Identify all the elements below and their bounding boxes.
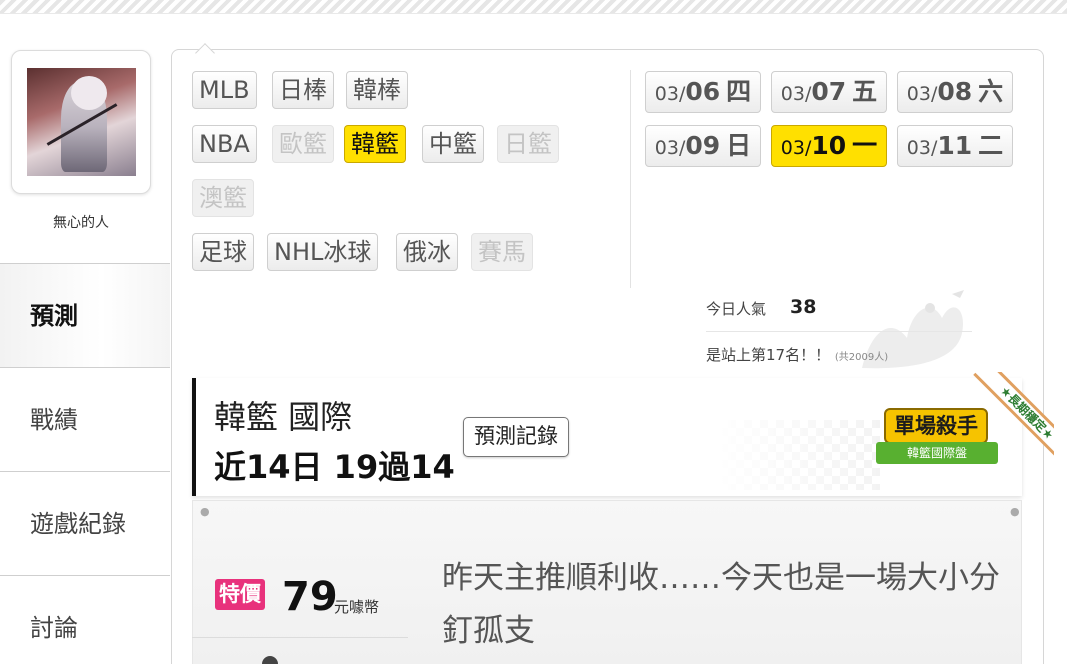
avatar[interactable] — [27, 68, 136, 176]
league-tag-soccer[interactable]: 足球 — [192, 233, 254, 271]
record-summary: 近14日 19過14 — [214, 448, 455, 486]
nav-item-predict[interactable]: 預測 — [0, 263, 170, 367]
pin-icon: ● — [1010, 505, 1020, 518]
date-month: 03/ — [906, 83, 938, 105]
rank-text: 是站上第17名！！ — [706, 346, 831, 364]
date-button-0309[interactable]: 03/09 日 — [645, 125, 761, 167]
header-pattern — [720, 420, 880, 490]
league-tag-kbo[interactable]: 韓棒 — [346, 71, 408, 109]
league-tag-khl[interactable]: 俄冰 — [396, 233, 458, 271]
date-button-0307[interactable]: 03/07 五 — [771, 71, 887, 113]
date-button-0311[interactable]: 03/11 二 — [897, 125, 1013, 167]
league-tag-kbl[interactable]: 韓籃 — [344, 125, 406, 163]
price-unit: 元噱幣 — [334, 598, 380, 616]
ribbon-text: ★長期穩定★ — [973, 372, 1054, 467]
league-tag-horse: 賽馬 — [471, 233, 533, 271]
price-value: 79 — [282, 574, 338, 620]
date-day: 07 — [811, 77, 847, 106]
date-day: 08 — [937, 77, 973, 106]
rank-info: 是站上第17名！！ (共2009人) — [706, 344, 888, 365]
corner-ribbon: ★長期穩定★ — [954, 372, 1054, 472]
prediction-description[interactable]: 昨天主推順利收……今天也是一場大小分釘孤支 — [442, 552, 1002, 658]
league-tag-jpb: 日籃 — [497, 125, 559, 163]
popularity-label: 今日人氣 — [706, 300, 767, 318]
avatar-frame[interactable] — [11, 50, 151, 194]
date-weekday: 二 — [978, 131, 1004, 160]
date-day: 06 — [685, 77, 721, 106]
date-month: 03/ — [654, 137, 686, 159]
nav-item-discussion[interactable]: 討論 — [0, 575, 170, 664]
rank-total: (共2009人) — [834, 352, 889, 363]
nav-item-record[interactable]: 戰績 — [0, 367, 170, 471]
date-month: 03/ — [906, 137, 938, 159]
date-button-0306[interactable]: 03/06 四 — [645, 71, 761, 113]
league-tag-cba[interactable]: 中籃 — [422, 125, 484, 163]
date-button-0310[interactable]: 03/10 一 — [771, 125, 887, 167]
league-tag-nba[interactable]: NBA — [192, 125, 257, 163]
popularity-count: 38 — [790, 296, 817, 318]
date-day: 11 — [937, 131, 973, 160]
date-button-0308[interactable]: 03/08 六 — [897, 71, 1013, 113]
date-month: 03/ — [780, 137, 812, 159]
side-nav: 預測 戰績 遊戲紀錄 討論 — [0, 263, 172, 664]
date-day: 10 — [811, 131, 847, 160]
price-divider — [192, 637, 408, 638]
prediction-history-button[interactable]: 預測記錄 — [463, 417, 569, 457]
league-tag-nhl[interactable]: NHL冰球 — [267, 233, 379, 271]
league-tag-npb[interactable]: 日棒 — [272, 71, 334, 109]
nav-item-game-log[interactable]: 遊戲紀錄 — [0, 471, 170, 575]
date-weekday: 四 — [726, 77, 752, 106]
date-weekday: 六 — [978, 77, 1004, 106]
date-month: 03/ — [654, 83, 686, 105]
pin-icon: ● — [200, 505, 210, 518]
date-weekday: 日 — [726, 131, 752, 160]
top-decoration-border — [0, 0, 1067, 14]
league-tag-nbl: 澳籃 — [192, 179, 254, 217]
avatar-hair — [71, 76, 107, 110]
username[interactable]: 無心的人 — [11, 212, 151, 232]
popularity-divider — [706, 331, 972, 332]
league-tag-mlb[interactable]: MLB — [192, 71, 257, 109]
date-weekday: 一 — [852, 131, 878, 160]
league-title: 韓籃 國際 — [214, 398, 353, 436]
date-weekday: 五 — [852, 77, 878, 106]
special-price-tag: 特價 — [215, 579, 265, 610]
date-month: 03/ — [780, 83, 812, 105]
date-day: 09 — [685, 131, 721, 160]
league-tag-euro: 歐籃 — [272, 125, 334, 163]
panel-divider — [630, 70, 631, 288]
